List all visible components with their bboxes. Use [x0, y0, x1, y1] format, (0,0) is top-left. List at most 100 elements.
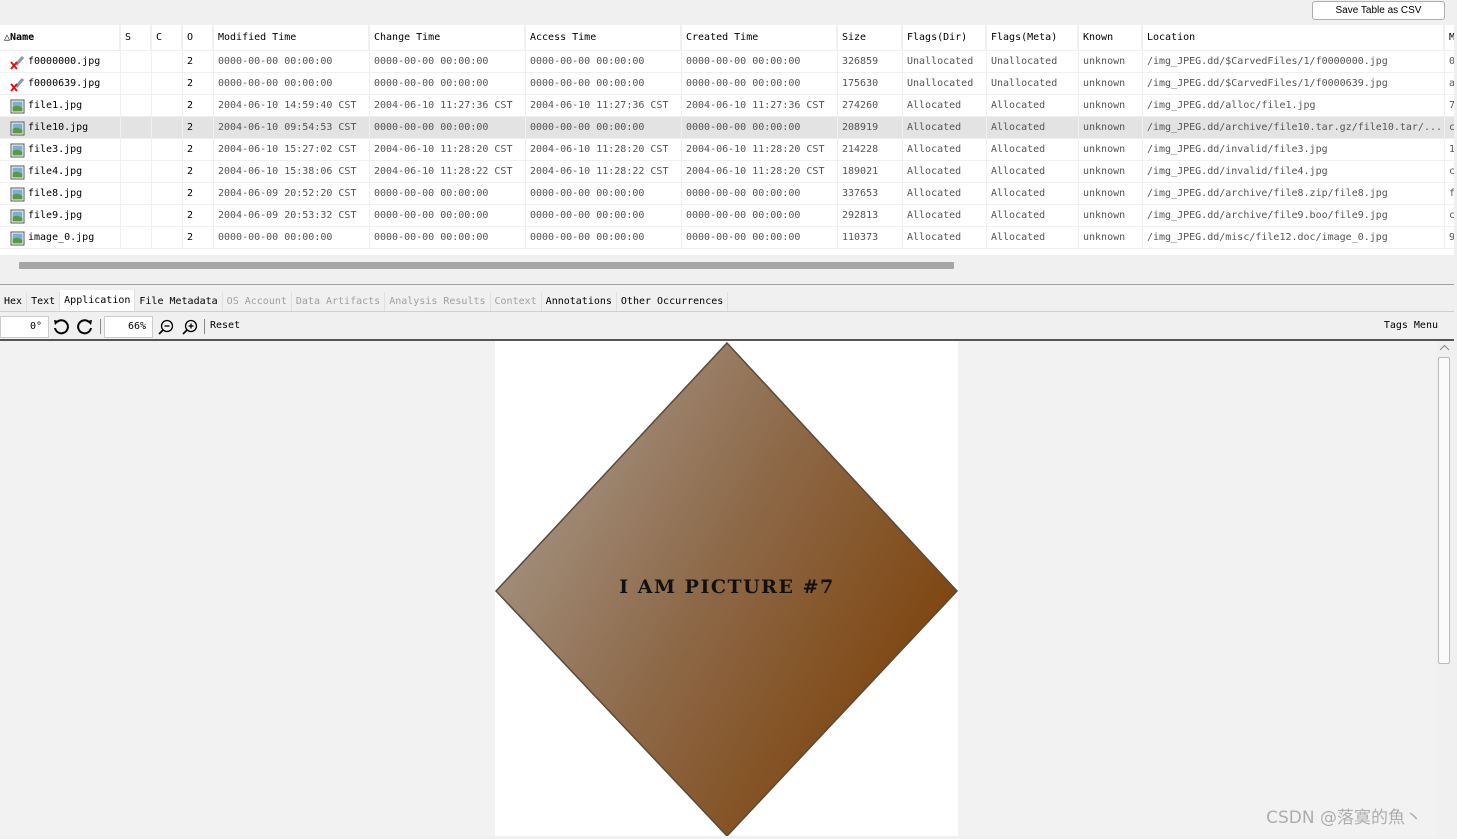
cell-size: 175630	[838, 73, 903, 95]
tab-application[interactable]: Application	[60, 290, 136, 311]
tab-other-occurrences[interactable]: Other Occurrences	[616, 292, 729, 311]
table-row[interactable]: image_0.jpg 2 0000-00-00 00:00:00 0000-00-0…	[0, 227, 1454, 249]
column-header-name[interactable]: △Name	[0, 25, 121, 51]
zoom-in-icon[interactable]	[181, 318, 199, 336]
tab-os-account[interactable]: OS Account	[222, 292, 292, 311]
cell-access-time: 0000-00-00 00:00:00	[526, 227, 682, 249]
zoom-out-icon[interactable]	[157, 318, 175, 336]
cell-o: 2	[183, 205, 214, 227]
created-time-text: 2004-06-10 11:28:20 CST	[686, 166, 825, 177]
column-header-access-time[interactable]: Access Time	[526, 25, 682, 51]
cell-change-time: 0000-00-00 00:00:00	[370, 227, 526, 249]
table-row[interactable]: file3.jpg 2 2004-06-10 15:27:02 CST 2004-06…	[0, 139, 1454, 161]
cell-md5: c	[1445, 205, 1454, 227]
cell-flags-dir: Unallocated	[903, 73, 987, 95]
cell-created-time: 0000-00-00 00:00:00	[682, 117, 838, 139]
horizontal-scrollbar[interactable]	[0, 255, 1454, 285]
cell-c	[152, 183, 183, 205]
cell-c	[152, 117, 183, 139]
table-row[interactable]: file9.jpg 2 2004-06-09 20:53:32 CST 0000-00…	[0, 205, 1454, 227]
cell-change-time: 0000-00-00 00:00:00	[370, 117, 526, 139]
table-row[interactable]: file10.jpg 2 2004-06-10 09:54:53 CST 0000-0…	[0, 117, 1454, 139]
name-text: file8.jpg	[28, 188, 83, 199]
cell-o: 2	[183, 95, 214, 117]
cell-created-time: 2004-06-10 11:28:20 CST	[682, 161, 838, 183]
location-text: /img_JPEG.dd/$CarvedFiles/1/f0000000.jpg	[1147, 56, 1388, 67]
scroll-up-icon[interactable]	[1439, 344, 1450, 352]
cell-access-time: 0000-00-00 00:00:00	[526, 73, 682, 95]
flags-dir-text: Unallocated	[907, 78, 974, 89]
cell-md5: f	[1445, 183, 1454, 205]
column-header-known[interactable]: Known	[1079, 25, 1143, 51]
cell-known: unknown	[1079, 183, 1143, 205]
column-header-o[interactable]: O	[183, 25, 214, 51]
save-table-csv-button[interactable]: Save Table as CSV	[1312, 1, 1445, 20]
image-file-icon	[10, 121, 25, 135]
size-text: 326859	[842, 56, 879, 67]
image-file-icon	[10, 209, 25, 223]
tags-menu-button[interactable]: Tags Menu	[1384, 320, 1438, 331]
created-time-text: 0000-00-00 00:00:00	[686, 78, 801, 89]
size-text: 274260	[842, 100, 879, 111]
access-time-text: 2004-06-10 11:27:36 CST	[530, 100, 669, 111]
tab-file-metadata[interactable]: File Metadata	[135, 292, 223, 311]
tab-data-artifacts[interactable]: Data Artifacts	[291, 292, 386, 311]
cell-c	[152, 161, 183, 183]
cell-flags-dir: Allocated	[903, 117, 987, 139]
rotate-left-icon[interactable]	[52, 318, 70, 336]
cell-md5: 0	[1445, 51, 1454, 73]
table-row[interactable]: f0000639.jpg 2 0000-00-00 00:00:00 0000-00-…	[0, 73, 1454, 95]
column-header-modified-time[interactable]: Modified Time	[214, 25, 370, 51]
cell-modified-time: 2004-06-10 15:27:02 CST	[214, 139, 370, 161]
cell-flags-dir: Allocated	[903, 227, 987, 249]
zoom-field[interactable]: 66%	[104, 316, 153, 338]
table-row[interactable]: file4.jpg 2 2004-06-10 15:38:06 CST 2004-06…	[0, 161, 1454, 183]
cell-md5: c	[1445, 117, 1454, 139]
tab-analysis-results[interactable]: Analysis Results	[385, 292, 491, 311]
cell-flags-dir: Allocated	[903, 95, 987, 117]
column-header-change-time[interactable]: Change Time	[370, 25, 526, 51]
column-header-flags-dir[interactable]: Flags(Dir)	[903, 25, 987, 51]
scrollbar-thumb[interactable]	[19, 262, 954, 269]
tab-text[interactable]: Text	[27, 292, 61, 311]
rotation-field[interactable]: 0°	[0, 316, 49, 338]
cell-known: unknown	[1079, 117, 1143, 139]
cell-created-time: 2004-06-10 11:28:20 CST	[682, 139, 838, 161]
created-time-text: 0000-00-00 00:00:00	[686, 210, 801, 221]
cell-location: /img_JPEG.dd/alloc/file1.jpg	[1143, 95, 1445, 117]
created-time-text: 0000-00-00 00:00:00	[686, 56, 801, 67]
table-row[interactable]: f0000000.jpg 2 0000-00-00 00:00:00 0000-00-…	[0, 51, 1454, 73]
flags-meta-text: Allocated	[991, 188, 1046, 199]
column-header-flags-meta[interactable]: Flags(Meta)	[987, 25, 1079, 51]
column-header-s[interactable]: S	[121, 25, 152, 51]
scrollbar-thumb[interactable]	[1438, 357, 1450, 664]
md5-text: f	[1449, 188, 1454, 199]
column-header-md5[interactable]: M	[1445, 25, 1454, 51]
column-header-size[interactable]: Size	[838, 25, 903, 51]
tab-context[interactable]: Context	[490, 292, 542, 311]
cell-c	[152, 95, 183, 117]
flags-dir-text: Unallocated	[907, 56, 974, 67]
tab-hex[interactable]: Hex	[0, 292, 28, 311]
column-header-c[interactable]: C	[152, 25, 183, 51]
name-text: f0000000.jpg	[28, 56, 101, 67]
flags-meta-text: Allocated	[991, 210, 1046, 221]
vertical-scrollbar[interactable]	[1436, 341, 1454, 836]
cell-s	[121, 51, 152, 73]
image-file-icon	[10, 143, 25, 157]
picture-caption: I AM PICTURE #7	[619, 576, 834, 598]
cell-size: 214228	[838, 139, 903, 161]
table-row[interactable]: file8.jpg 2 2004-06-09 20:52:20 CST 0000-00…	[0, 183, 1454, 205]
reset-button[interactable]: Reset	[210, 320, 240, 331]
tab-annotations[interactable]: Annotations	[541, 292, 617, 311]
cell-flags-dir: Allocated	[903, 161, 987, 183]
flags-dir-text: Allocated	[907, 166, 962, 177]
location-text: /img_JPEG.dd/misc/file12.doc/image_0.jpg	[1147, 232, 1388, 243]
o-text: 2	[187, 144, 194, 155]
rotate-right-icon[interactable]	[76, 318, 94, 336]
cell-s	[121, 95, 152, 117]
picture-image: I AM PICTURE #7	[494, 341, 959, 838]
column-header-created-time[interactable]: Created Time	[682, 25, 838, 51]
table-row[interactable]: file1.jpg 2 2004-06-10 14:59:40 CST 2004-06…	[0, 95, 1454, 117]
column-header-location[interactable]: Location	[1143, 25, 1445, 51]
